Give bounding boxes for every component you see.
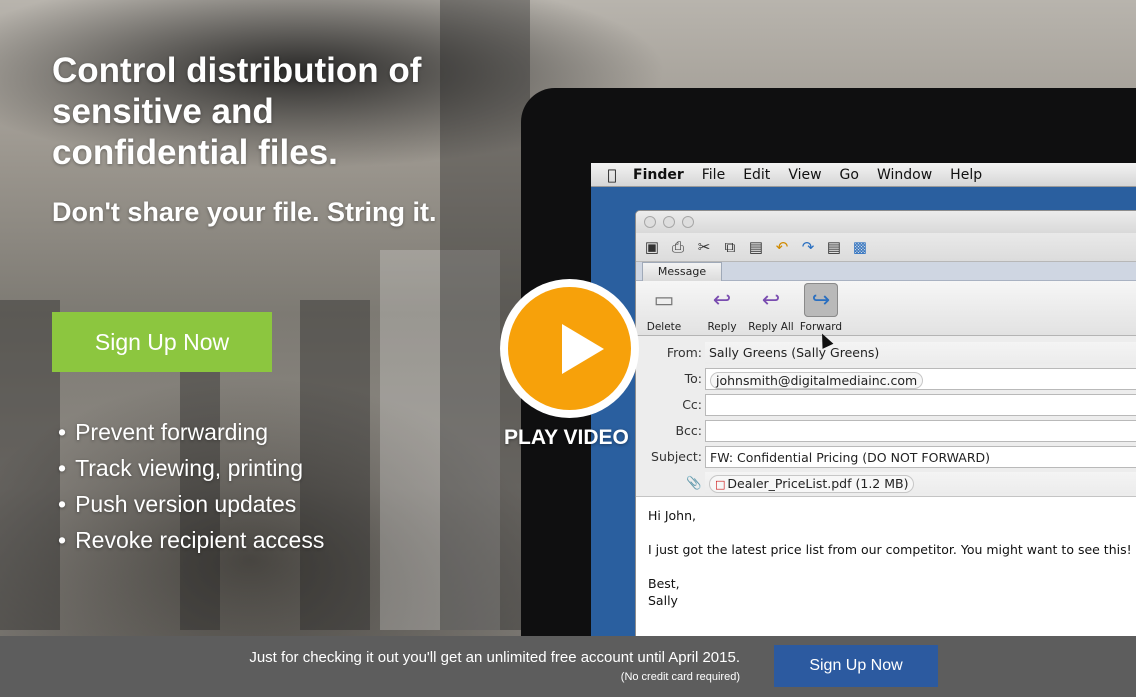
feature-item: Track viewing, printing (58, 450, 324, 486)
subject-field: FW: Confidential Pricing (DO NOT FORWARD… (705, 446, 1136, 468)
recipient-pill: johnsmith@digitalmediainc.com (710, 372, 924, 389)
hero-signup-button[interactable]: Sign Up Now (52, 312, 272, 372)
delete-button: ▭ Delete (642, 283, 686, 334)
paste-icon: ▤ (748, 239, 764, 256)
menu-window: Window (876, 166, 933, 183)
quick-access-toolbar: ▣ ⎙ ✂ ⧉ ▤ ↶ ↷ ▤ ▩ (636, 233, 1136, 261)
address-book-icon: ▩ (852, 239, 868, 256)
from-row: From: Sally Greens (Sally Greens) (636, 340, 1136, 366)
bottom-bar: Just for checking it out you'll get an u… (0, 636, 1136, 697)
to-field: johnsmith@digitalmediainc.com (705, 368, 1136, 390)
play-video-button[interactable] (500, 279, 639, 418)
message-header: From: Sally Greens (Sally Greens) To: jo… (636, 336, 1136, 497)
reply-all-icon: ↩ (761, 287, 781, 313)
print-icon: ⎙ (671, 238, 684, 256)
mail-titlebar (636, 211, 1136, 233)
reply-button: ↩ Reply (700, 283, 744, 334)
feature-item: Revoke recipient access (58, 522, 324, 558)
trash-icon: ▭ (653, 287, 675, 313)
hero-headline: Control distribution of sensitive and co… (52, 51, 422, 172)
ribbon: ▭ Delete ↩ Reply ↩ Reply All ↪ Forward (636, 281, 1136, 336)
laptop-screen:  Finder File Edit View Go Window Help ▣… (591, 163, 1136, 643)
from-field: Sally Greens (Sally Greens) (705, 342, 1136, 364)
cc-field (705, 394, 1136, 416)
to-row: To: johnsmith@digitalmediainc.com (636, 366, 1136, 392)
ribbon-tabs: Message (636, 261, 1136, 282)
attachment-row: 📎 □ Dealer_PriceList.pdf (1.2 MB) (636, 470, 1136, 496)
menu-help: Help (950, 166, 983, 183)
mail-window: ▣ ⎙ ✂ ⧉ ▤ ↶ ↷ ▤ ▩ Message ▭ Delete ↩ Rep… (635, 210, 1136, 643)
attachment-field: □ Dealer_PriceList.pdf (1.2 MB) (705, 472, 1136, 494)
paperclip-icon: 📎 (686, 475, 702, 490)
menu-view: View (788, 166, 822, 183)
bcc-row: Bcc: (636, 418, 1136, 444)
copy-icon: ⧉ (724, 238, 736, 256)
format-icon: ▤ (826, 239, 842, 256)
reply-all-button: ↩ Reply All (744, 283, 798, 334)
menu-file: File (701, 166, 726, 183)
offer-text: Just for checking it out you'll get an u… (249, 649, 740, 683)
feature-item: Push version updates (58, 486, 324, 522)
window-close-icon (644, 216, 656, 228)
apple-icon:  (591, 166, 633, 184)
undo-icon: ↶ (775, 239, 789, 256)
menu-go: Go (839, 166, 859, 183)
play-icon (562, 324, 604, 374)
forward-button: ↪ Forward (798, 283, 844, 333)
bcc-field (705, 420, 1136, 442)
window-zoom-icon (682, 216, 694, 228)
cut-icon: ✂ (697, 239, 711, 256)
menu-edit: Edit (743, 166, 771, 183)
pdf-icon: □ (715, 478, 726, 491)
message-body: Hi John, I just got the latest price lis… (648, 508, 1132, 608)
hero-subhead: Don't share your file. String it. (52, 197, 437, 227)
feature-item: Prevent forwarding (58, 414, 324, 450)
cc-row: Cc: (636, 392, 1136, 418)
tab-message: Message (642, 262, 722, 282)
window-minimize-icon (663, 216, 675, 228)
play-video-label[interactable]: PLAY VIDEO (504, 426, 641, 450)
reply-icon: ↩ (712, 287, 732, 313)
forward-icon: ↪ (804, 283, 838, 317)
mac-menubar:  Finder File Edit View Go Window Help (591, 163, 1136, 187)
menu-finder: Finder (633, 166, 684, 183)
feature-list: Prevent forwarding Track viewing, printi… (58, 414, 324, 558)
redo-icon: ↷ (801, 239, 815, 256)
save-icon: ▣ (644, 239, 660, 256)
bottom-signup-button[interactable]: Sign Up Now (774, 645, 938, 687)
attachment-name: Dealer_PriceList.pdf (1.2 MB) (727, 476, 909, 491)
subject-row: Subject: FW: Confidential Pricing (DO NO… (636, 444, 1136, 470)
